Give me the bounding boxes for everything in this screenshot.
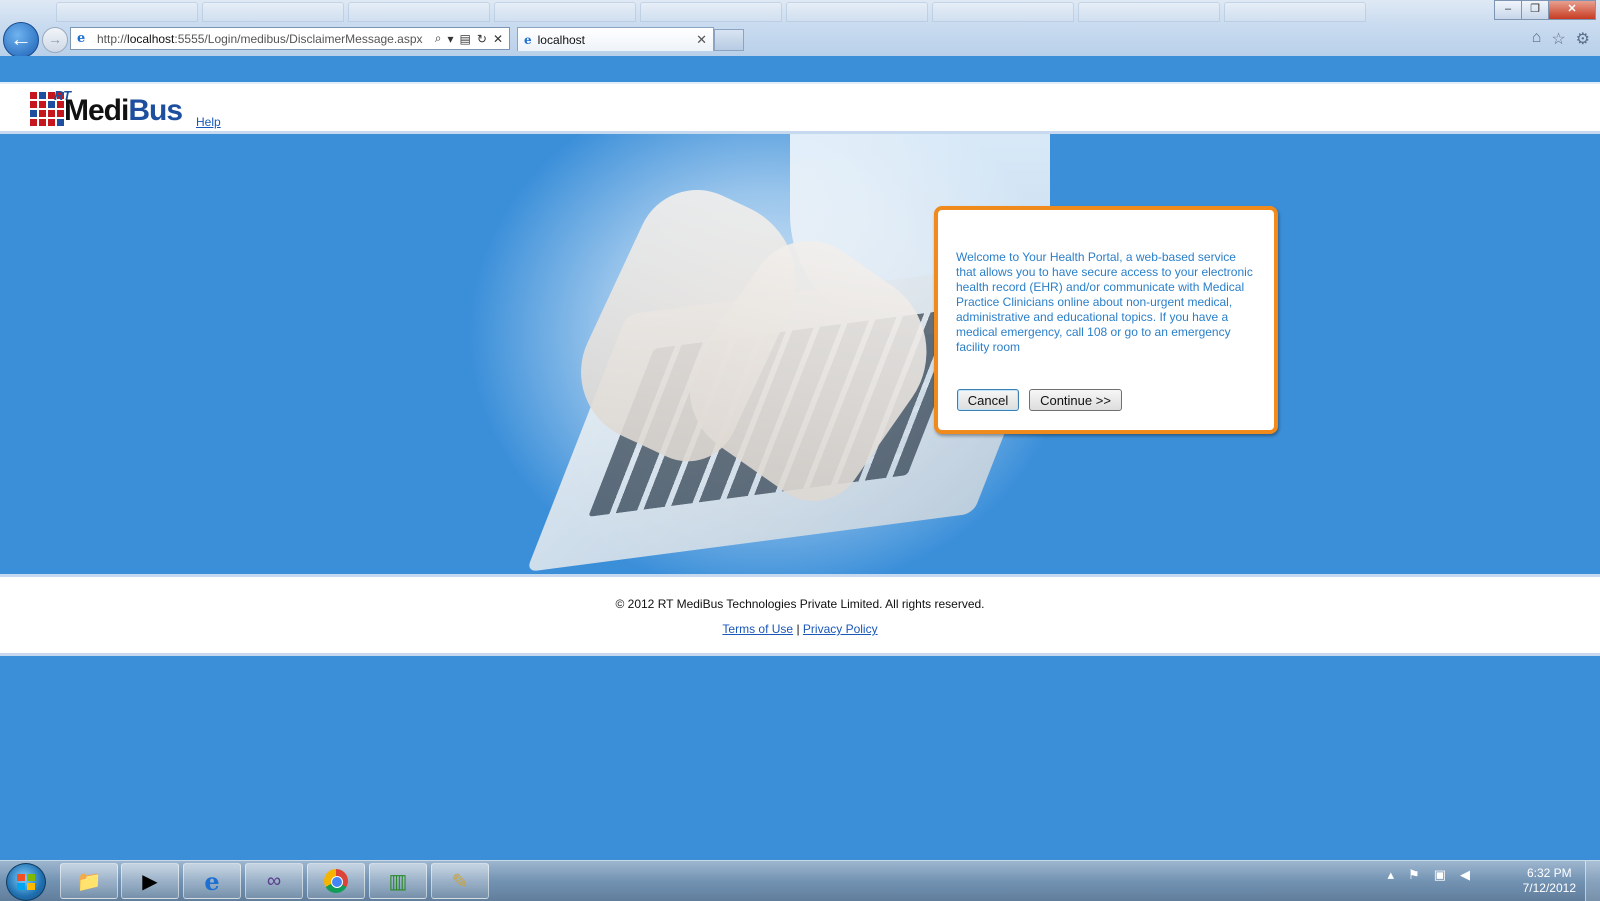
page-top-band [0,56,1600,82]
refresh-icon[interactable]: ↻ [477,32,487,46]
url-scheme: http:// [97,31,128,46]
windows-explorer-icon[interactable]: 📁 [60,863,118,899]
url-host: localhost [127,31,175,46]
ghost-tab [348,2,490,22]
windows-logo-icon [17,874,35,890]
tools-gear-icon[interactable]: ⚙ [1576,29,1590,49]
task-manager-icon[interactable]: ▥ [369,863,427,899]
logo-medi: Medi [64,94,129,127]
privacy-policy-link[interactable]: Privacy Policy [803,622,878,636]
close-window-button[interactable]: ✕ [1548,0,1596,20]
close-tab-icon[interactable]: ✕ [696,32,707,48]
footer-links: Terms of Use | Privacy Policy [0,622,1600,636]
disclaimer-message: Welcome to Your Health Portal, a web-bas… [956,250,1253,354]
back-arrow-icon[interactable]: ← [3,22,39,58]
disclaimer-dialog: Welcome to Your Health Portal, a web-bas… [934,206,1278,434]
ie-tab-icon: e [524,32,532,47]
window-controls: – ❐ ✕ [1494,0,1596,20]
address-url[interactable]: http://localhost:5555/Login/medibus/Disc… [97,32,435,46]
ghost-tab [202,2,344,22]
visual-studio-icon[interactable]: ∞ [245,863,303,899]
minimize-button[interactable]: – [1494,0,1522,20]
show-hidden-icons-icon[interactable]: ▴ [1388,867,1395,883]
logo-bus: Bus [128,94,183,127]
site-header: RT MediBus Help [0,82,1600,134]
url-path: :5555/Login/medibus/DisclaimerMessage.as… [174,31,423,46]
system-clock[interactable]: 6:32 PM 7/12/2012 [1523,866,1576,896]
ghost-tab [786,2,928,22]
medibus-logo: RT MediBus [30,88,192,128]
ghost-tab [1078,2,1220,22]
favorites-star-icon[interactable]: ☆ [1551,29,1565,49]
network-icon[interactable]: ▣ [1434,867,1446,883]
new-tab-button[interactable] [714,29,744,51]
stop-icon[interactable]: ✕ [493,32,503,46]
start-button[interactable] [6,863,46,901]
internet-explorer-icon[interactable]: e [183,863,241,899]
address-bar[interactable]: e http://localhost:5555/Login/medibus/Di… [70,27,510,50]
logo-wordmark: MediBus [64,94,183,127]
page-bottom-area [0,656,1600,860]
media-player-icon[interactable]: ▶ [121,863,179,899]
ghost-tab [640,2,782,22]
ghost-tab [1224,2,1366,22]
cancel-button[interactable]: Cancel [957,389,1019,411]
continue-button[interactable]: Continue >> [1029,389,1122,411]
terms-of-use-link[interactable]: Terms of Use [722,622,793,636]
browser-toolbar-right: ⌂ ☆ ⚙ [1532,29,1590,49]
forward-arrow-icon[interactable]: → [42,27,68,53]
maximize-button[interactable]: ❐ [1521,0,1549,20]
home-icon[interactable]: ⌂ [1532,29,1542,49]
search-icon[interactable]: ⌕ [435,31,442,46]
help-link[interactable]: Help [196,115,221,129]
show-desktop-button[interactable] [1585,861,1600,901]
action-center-flag-icon[interactable]: ⚑ [1408,867,1420,883]
volume-icon[interactable]: ◀ [1460,867,1470,883]
footer-separator: | [796,622,800,636]
background-window-tabs [0,0,1490,22]
clock-time: 6:32 PM [1526,866,1572,880]
ie-page-icon: e [77,30,86,46]
ghost-tab [494,2,636,22]
clock-date: 7/12/2012 [1522,881,1576,895]
sql-tools-icon[interactable]: ✎ [431,863,489,899]
tab-localhost[interactable]: e localhost ✕ [517,27,714,51]
ghost-tab [56,2,198,22]
system-tray: ▴ ⚑ ▣ ◀ [1388,867,1470,883]
compatibility-view-icon[interactable]: ▤ [460,32,471,46]
dropdown-icon[interactable]: ▾ [448,32,454,46]
browser-chrome: – ❐ ✕ ← → e http://localhost:5555/Login/… [0,0,1600,58]
windows-taskbar: 📁 ▶ e ∞ ▥ ✎ ▴ ⚑ ▣ ◀ 6:32 PM 7/12/2012 [0,860,1600,901]
copyright-text: © 2012 RT MediBus Technologies Private L… [615,597,985,611]
chrome-icon[interactable] [307,863,365,899]
ghost-tab [932,2,1074,22]
tab-title: localhost [537,32,586,47]
hero-banner: Welcome to Your Health Portal, a web-bas… [0,134,1600,574]
site-footer: © 2012 RT MediBus Technologies Private L… [0,574,1600,656]
